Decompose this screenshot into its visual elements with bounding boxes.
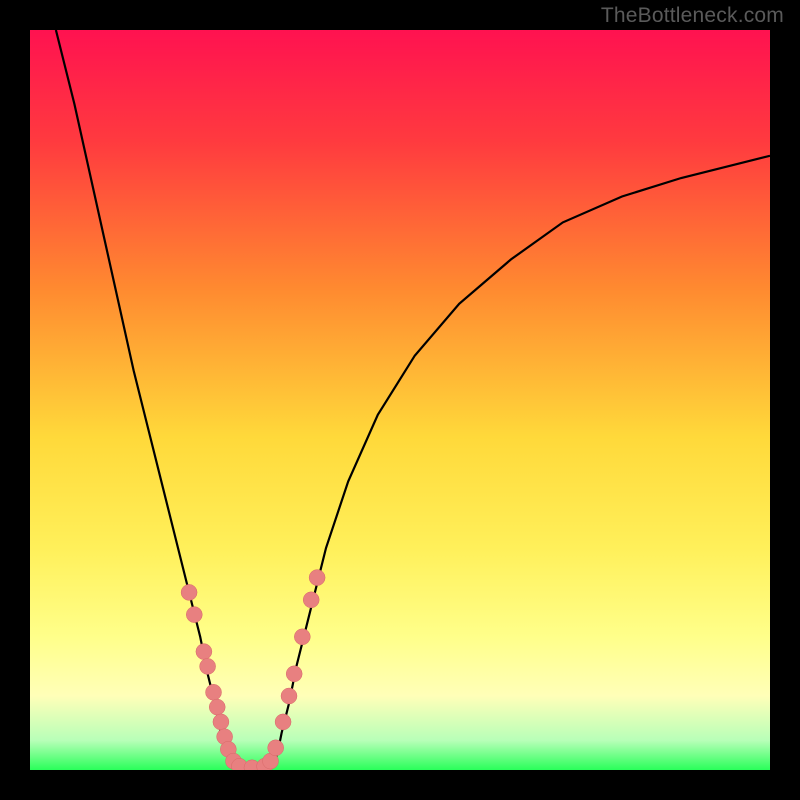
curve-layer — [30, 30, 770, 770]
marker-group — [181, 570, 325, 770]
marker-dot — [206, 684, 222, 700]
marker-dot — [309, 570, 325, 586]
marker-dot — [303, 592, 319, 608]
attribution-text: TheBottleneck.com — [601, 4, 784, 28]
marker-dot — [268, 740, 284, 756]
marker-dot — [281, 688, 297, 704]
marker-dot — [196, 644, 212, 660]
marker-dot — [200, 658, 216, 674]
marker-dot — [275, 714, 291, 730]
marker-dot — [209, 699, 225, 715]
plot-area — [30, 30, 770, 770]
marker-dot — [181, 584, 197, 600]
marker-dot — [186, 607, 202, 623]
marker-dot — [294, 629, 310, 645]
bottleneck-curve — [56, 30, 770, 770]
marker-dot — [286, 666, 302, 682]
marker-dot — [213, 714, 229, 730]
chart-frame: TheBottleneck.com — [0, 0, 800, 800]
